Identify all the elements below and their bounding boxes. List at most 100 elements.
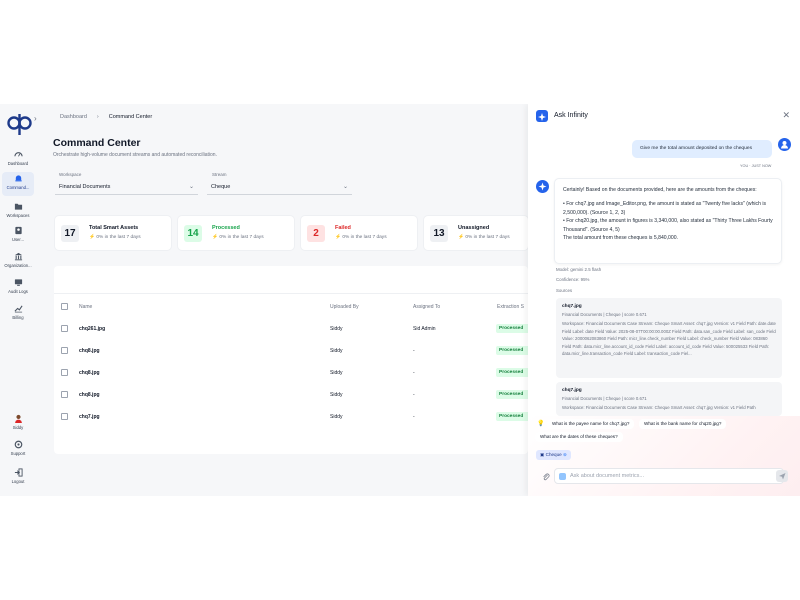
sidebar-item-label: Command... <box>6 185 30 190</box>
table-cell-assigned-to: - <box>413 392 415 398</box>
stream-select[interactable]: Cheque ⌄ <box>207 180 352 195</box>
column-header-name[interactable]: Name <box>79 304 92 310</box>
sparkle-icon <box>536 110 548 122</box>
table-cell-name[interactable]: chq261.jpg <box>79 326 105 332</box>
table-cell-name[interactable]: chq8.jpg <box>79 392 100 398</box>
send-button[interactable] <box>776 470 788 482</box>
stat-card-total[interactable]: 17 Total Smart Assets ⚡ 0% in the last 7… <box>55 216 171 250</box>
table-cell-uploaded-by: Siddy <box>330 392 343 398</box>
assistant-message: Certainly! Based on the documents provid… <box>554 178 782 264</box>
table-toolbar <box>54 266 528 294</box>
sidebar-item-logout[interactable]: Logout <box>2 466 34 490</box>
close-icon[interactable]: ✕ <box>782 110 790 121</box>
suggestion-chip[interactable]: What is the bank name for chq20.jpg? <box>639 419 727 429</box>
context-tag[interactable]: ▣ Cheque ⊗ <box>536 450 571 460</box>
source-card[interactable]: chq7.jpg Financial Documents | Cheque | … <box>556 382 782 416</box>
source-path: Financial Documents | Cheque | score 0.6… <box>562 395 647 401</box>
sidebar: › Dashboard Command... Workspaces User..… <box>0 104 37 496</box>
row-checkbox[interactable] <box>61 347 68 354</box>
bolt-icon: ⚡ <box>458 235 464 240</box>
chevron-down-icon: ⌄ <box>188 184 194 190</box>
stat-value: 2 <box>307 225 325 242</box>
column-header-assigned-to[interactable]: Assigned To <box>413 304 440 310</box>
paperclip-icon[interactable] <box>542 473 550 483</box>
suggestion-chip[interactable]: What are the dates of these cheques? <box>535 432 623 442</box>
sidebar-item-organization[interactable]: Organization... <box>2 250 34 274</box>
sidebar-item-label: Billing <box>12 315 24 320</box>
app-window: › Dashboard Command... Workspaces User..… <box>0 104 800 496</box>
close-icon[interactable]: ⊗ <box>563 452 567 457</box>
folder-icon <box>14 203 22 210</box>
sidebar-item-users[interactable]: User... <box>2 224 34 248</box>
chat-input[interactable]: Ask about document metrics... <box>554 468 784 484</box>
tag-icon: ▣ <box>540 452 545 457</box>
sidebar-item-label: Siddy <box>12 425 24 430</box>
sidebar-item-profile[interactable]: Siddy <box>2 412 34 436</box>
column-header-uploaded-by[interactable]: Uploaded By <box>330 304 359 310</box>
stat-card-processed[interactable]: 14 Processed ⚡ 0% in the last 7 days <box>178 216 294 250</box>
row-checkbox[interactable] <box>61 325 68 332</box>
sidebar-item-command-center[interactable]: Command... <box>2 172 34 196</box>
sidebar-item-audit-logs[interactable]: Audit Logs <box>2 276 34 300</box>
sidebar-item-dashboard[interactable]: Dashboard <box>2 148 34 172</box>
status-badge: Processed <box>496 390 530 399</box>
source-detail: Workspace: Financial Documents Case Stre… <box>562 321 776 356</box>
stat-card-unassigned[interactable]: 13 Unassigned ⚡ 0% in the last 7 days <box>424 216 528 250</box>
assistant-point-2: • For chq20.jpg, the amount in figures i… <box>563 218 773 233</box>
context-tag-label: Cheque <box>545 452 562 457</box>
table-cell-assigned-to: - <box>413 370 415 376</box>
gear-icon <box>14 440 22 449</box>
stat-title: Unassigned <box>458 225 490 231</box>
stat-card-failed[interactable]: 2 Failed ⚡ 0% in the last 7 days <box>301 216 417 250</box>
source-card[interactable]: chq7.jpg Financial Documents | Cheque | … <box>556 298 782 378</box>
table-cell-assigned-to: - <box>413 348 415 354</box>
assistant-avatar-icon <box>536 180 549 193</box>
sidebar-item-label: Organization... <box>4 263 32 268</box>
status-badge: Processed <box>496 412 530 421</box>
logout-icon <box>14 468 23 477</box>
table-cell-name[interactable]: chq7.jpg <box>79 414 100 420</box>
sidebar-item-workspaces[interactable]: Workspaces <box>2 200 34 224</box>
user-message: Give me the total amount deposited on th… <box>632 140 772 158</box>
app-logo[interactable] <box>6 111 32 137</box>
breadcrumb: Dashboard › Command Center <box>60 114 152 120</box>
stat-delta: 0% in the last 7 days <box>342 235 387 240</box>
stat-value: 13 <box>430 225 448 242</box>
select-all-checkbox[interactable] <box>61 303 68 310</box>
table-cell-uploaded-by: Siddy <box>330 414 343 420</box>
row-checkbox[interactable] <box>61 413 68 420</box>
status-badge: Processed <box>496 324 530 333</box>
table-cell-name[interactable]: chq8.jpg <box>79 370 100 376</box>
stat-value: 17 <box>61 225 79 242</box>
status-badge: Processed <box>496 368 530 377</box>
monitor-icon <box>14 279 22 286</box>
chart-icon <box>14 305 23 313</box>
suggestion-chip[interactable]: What is the payee name for chq7.jpg? <box>547 419 635 429</box>
page-title: Command Center <box>53 137 141 149</box>
scope-icon <box>559 473 566 480</box>
chevron-right-icon: › <box>96 114 99 120</box>
sidebar-item-billing[interactable]: Billing <box>2 302 34 326</box>
confidence-label: Confidence: 95% <box>556 277 590 282</box>
avatar <box>14 414 22 423</box>
stream-label: Stream <box>212 172 227 177</box>
workspace-value: Financial Documents <box>59 184 111 190</box>
workspace-select[interactable]: Financial Documents ⌄ <box>55 180 198 195</box>
table-cell-name[interactable]: chq8.jpg <box>79 348 100 354</box>
sidebar-item-label: Support <box>10 451 26 456</box>
row-checkbox[interactable] <box>61 369 68 376</box>
table-cell-uploaded-by: Siddy <box>330 348 343 354</box>
user-avatar-icon <box>778 138 791 151</box>
bolt-icon: ⚡ <box>335 235 341 240</box>
table-cell-uploaded-by: Siddy <box>330 370 343 376</box>
column-header-extraction-status[interactable]: Extraction S <box>497 304 524 310</box>
source-name: chq7.jpg <box>562 388 582 393</box>
table-cell-uploaded-by: Siddy <box>330 326 343 332</box>
row-checkbox[interactable] <box>61 391 68 398</box>
building-icon <box>14 252 22 261</box>
chat-input-placeholder: Ask about document metrics... <box>570 473 644 479</box>
stat-title: Failed <box>335 225 351 231</box>
breadcrumb-home[interactable]: Dashboard <box>60 114 87 120</box>
sidebar-item-support[interactable]: Support <box>2 438 34 462</box>
page-subtitle: Orchestrate high-volume document streams… <box>53 152 217 158</box>
